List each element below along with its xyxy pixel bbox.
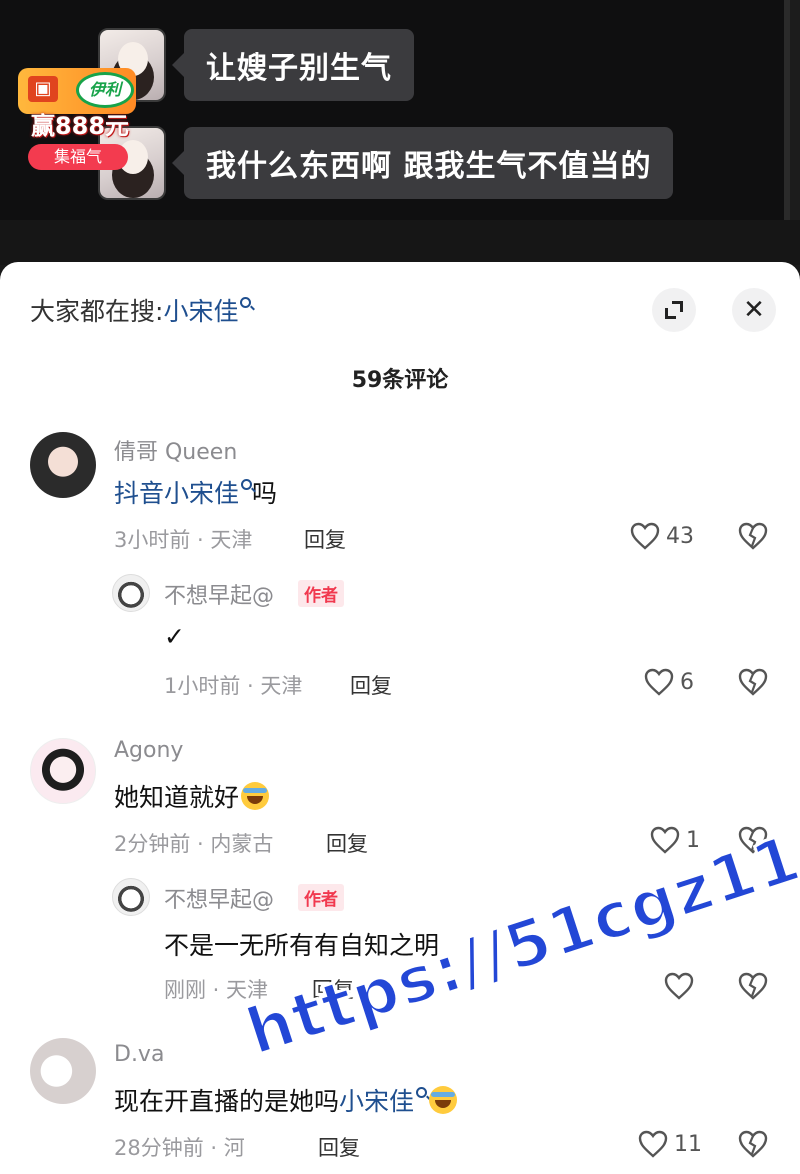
- like-count: 11: [674, 1131, 702, 1157]
- reply-button[interactable]: 回复: [326, 828, 368, 858]
- laughing-emoji-icon: [241, 782, 270, 810]
- reply-text: ✓: [164, 622, 185, 651]
- expand-icon: [665, 301, 683, 319]
- promo-button[interactable]: 集福气: [28, 144, 128, 170]
- comment-username[interactable]: Agony: [114, 738, 183, 763]
- like-count: 43: [666, 523, 694, 549]
- like-button[interactable]: 43: [630, 522, 694, 550]
- dislike-icon[interactable]: [738, 826, 768, 854]
- heart-icon: [650, 826, 680, 854]
- search-keyword[interactable]: 小宋佳: [163, 292, 238, 328]
- reply-time-location: 1小时前 · 天津: [164, 674, 303, 698]
- search-suggestion[interactable]: 大家都在搜: 小宋佳: [30, 292, 252, 328]
- avatar[interactable]: [112, 574, 150, 612]
- comment-time-location: 3小时前 · 天津: [114, 528, 253, 552]
- comment-keyword[interactable]: 小宋佳: [339, 1082, 414, 1118]
- reply-button[interactable]: 回复: [350, 670, 392, 700]
- comment-username[interactable]: 倩哥 Queen: [114, 434, 237, 466]
- video-bottom-bar: [0, 220, 800, 265]
- author-badge: 作者: [298, 580, 344, 607]
- reply-button[interactable]: 回复: [304, 524, 346, 554]
- close-icon: ✕: [743, 295, 765, 325]
- laughing-emoji-icon: [429, 1086, 458, 1114]
- heart-icon: [664, 972, 694, 1000]
- reply-text: 不是一无所有有自知之明: [164, 931, 440, 960]
- avatar[interactable]: [112, 878, 150, 916]
- avatar[interactable]: [30, 1038, 96, 1104]
- cart-icon: ▣: [28, 76, 58, 102]
- chat-bubble: 让嫂子别生气: [184, 29, 414, 101]
- comment-time-location: 28分钟前 · 河: [114, 1136, 245, 1160]
- heart-icon: [630, 522, 660, 550]
- comment-username[interactable]: D.va: [114, 1042, 164, 1067]
- like-count: 1: [686, 827, 700, 853]
- chat-message: 让嫂子别生气: [98, 28, 414, 102]
- video-player[interactable]: 让嫂子别生气 我什么东西啊 跟我生气不值当的 ▣ 伊利 赢888元 集福气: [0, 0, 800, 265]
- like-button[interactable]: 11: [638, 1130, 702, 1158]
- avatar[interactable]: [30, 738, 96, 804]
- reply-button[interactable]: 回复: [312, 974, 354, 1004]
- comment-text: 现在开直播的是她吗 小宋佳: [114, 1082, 458, 1118]
- like-button[interactable]: 1: [650, 826, 700, 854]
- avatar[interactable]: [30, 432, 96, 498]
- search-icon: [241, 478, 253, 490]
- heart-icon: [644, 668, 674, 696]
- comment-text: 抖音小宋佳 吗: [114, 474, 277, 510]
- search-icon: [240, 296, 252, 308]
- author-badge: 作者: [298, 884, 344, 911]
- comment-text: 她知道就好: [114, 778, 270, 814]
- search-icon: [416, 1086, 428, 1098]
- dislike-icon[interactable]: [738, 668, 768, 696]
- promo-amount: 赢888元: [30, 112, 130, 140]
- dislike-icon[interactable]: [738, 522, 768, 550]
- like-button[interactable]: 6: [644, 668, 694, 696]
- promo-badge[interactable]: ▣ 伊利 赢888元 集福气: [12, 68, 140, 172]
- reply-time-location: 刚刚 · 天津: [164, 978, 269, 1002]
- heart-icon: [638, 1130, 668, 1158]
- close-button[interactable]: ✕: [732, 288, 776, 332]
- chat-message: 我什么东西啊 跟我生气不值当的: [98, 126, 674, 200]
- reply-username[interactable]: 不想早起@: [164, 578, 274, 610]
- dislike-icon[interactable]: [738, 972, 768, 1000]
- dislike-icon[interactable]: [738, 1130, 768, 1158]
- brand-logo: 伊利: [76, 72, 134, 108]
- expand-button[interactable]: [652, 288, 696, 332]
- comment-time-location: 2分钟前 · 内蒙古: [114, 832, 274, 856]
- comment-count: 59条评论: [351, 368, 449, 393]
- chat-bubble: 我什么东西啊 跟我生气不值当的: [184, 127, 674, 199]
- search-prefix: 大家都在搜:: [30, 297, 164, 326]
- comment-keyword[interactable]: 抖音小宋佳: [114, 474, 239, 510]
- comment-sheet: 大家都在搜: 小宋佳 ✕ 59条评论 倩哥 Queen 抖音小宋佳 吗 3小时前…: [0, 262, 800, 1174]
- reply-button[interactable]: 回复: [318, 1132, 360, 1162]
- reply-username[interactable]: 不想早起@: [164, 882, 274, 914]
- like-button[interactable]: [664, 972, 700, 1000]
- like-count: 6: [680, 669, 694, 695]
